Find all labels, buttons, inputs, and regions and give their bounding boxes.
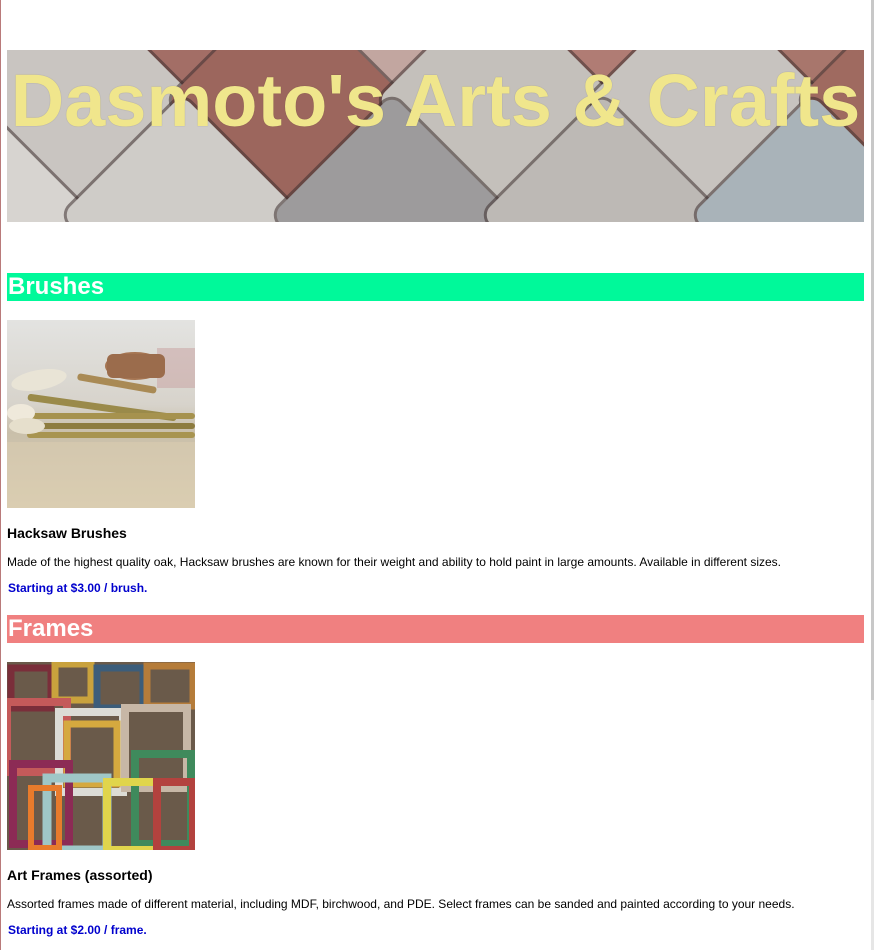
header-banner: Dasmoto's Arts & Crafts	[7, 50, 864, 222]
product-image-hacksaw-brushes	[7, 320, 195, 508]
page-title: Dasmoto's Arts & Crafts	[10, 59, 861, 142]
product-price-art-frames: Starting at $2.00 / frame.	[8, 923, 147, 937]
page-border	[0, 0, 1, 950]
product-name-hacksaw-brushes: Hacksaw Brushes	[7, 525, 127, 541]
product-price-hacksaw-brushes: Starting at $3.00 / brush.	[8, 581, 148, 595]
product-image-art-frames	[7, 662, 195, 850]
product-description-art-frames: Assorted frames made of different materi…	[7, 897, 795, 911]
brushes-photo	[7, 320, 195, 508]
section-heading-frames: Frames	[7, 615, 864, 643]
frames-photo	[7, 662, 195, 850]
product-description-hacksaw-brushes: Made of the highest quality oak, Hacksaw…	[7, 555, 781, 569]
section-heading-brushes: Brushes	[7, 273, 864, 301]
product-name-art-frames: Art Frames (assorted)	[7, 867, 153, 883]
